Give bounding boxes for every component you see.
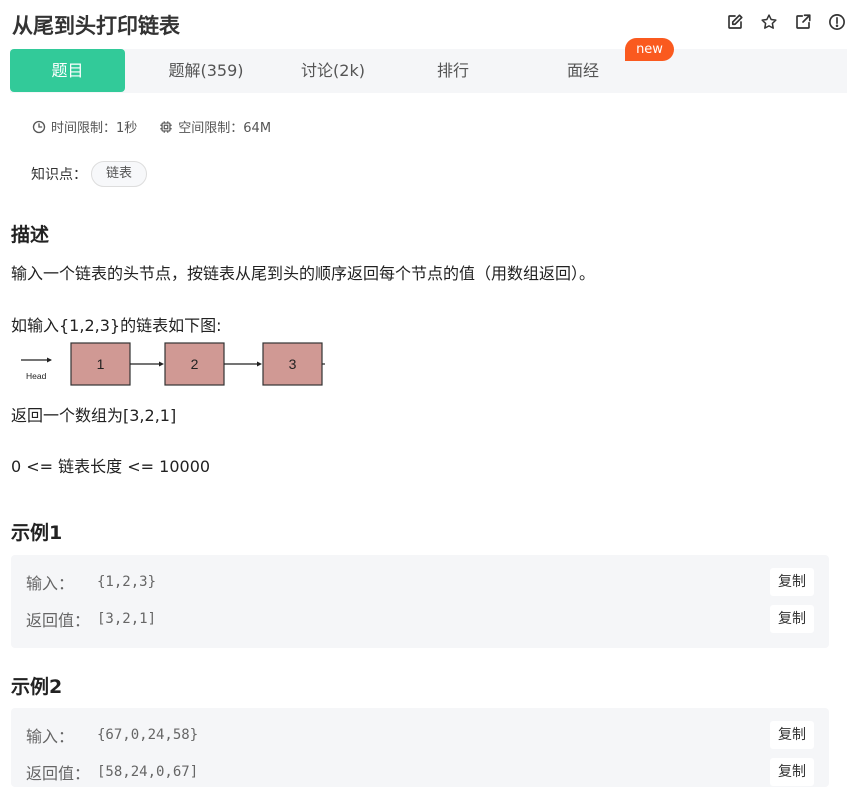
output-value: [58,24,0,67] — [97, 764, 199, 780]
clock-icon — [32, 120, 46, 133]
node-value: 1 — [97, 356, 105, 372]
input-label: 输入： — [26, 574, 75, 593]
example2-input-row: 输入： {67,0,24,58} 复制 — [26, 720, 814, 750]
page-title: 从尾到头打印链表 — [12, 14, 180, 38]
knowledge-row: 知识点： 链表 — [31, 161, 148, 187]
copy-button[interactable]: 复制 — [770, 721, 814, 749]
input-value: {67,0,24,58} — [97, 727, 199, 743]
chip-icon — [160, 120, 172, 133]
time-limit-text: 时间限制：1秒 — [51, 121, 138, 136]
constraint-text: 0 <= 链表长度 <= 10000 — [11, 457, 211, 476]
node-value: 3 — [289, 356, 297, 372]
example1-box: 输入： {1,2,3} 复制 返回值： [3,2,1] 复制 — [11, 555, 829, 648]
head-label: Head — [26, 371, 47, 381]
node-arrow-head — [257, 361, 262, 367]
report-icon[interactable] — [827, 12, 847, 32]
description-text: 输入一个链表的头节点，按链表从尾到头的顺序返回每个节点的值（用数组返回）。 — [11, 264, 596, 283]
example1-input-row: 输入： {1,2,3} 复制 — [26, 567, 814, 597]
copy-button[interactable]: 复制 — [770, 605, 814, 633]
knowledge-tag[interactable]: 链表 — [91, 161, 148, 187]
example2-output-row: 返回值： [58,24,0,67] 复制 — [26, 757, 814, 787]
star-icon[interactable] — [759, 12, 779, 32]
result-text: 返回一个数组为[3,2,1] — [11, 406, 177, 425]
tab-problem[interactable]: 题目 — [10, 49, 125, 92]
example2-box: 输入： {67,0,24,58} 复制 返回值： [58,24,0,67] 复制 — [11, 708, 829, 787]
input-value: {1,2,3} — [97, 574, 157, 590]
share-icon[interactable] — [793, 12, 813, 32]
tab-interview[interactable]: 面经 — [538, 49, 628, 92]
node-arrow-head — [159, 361, 164, 367]
tab-solutions[interactable]: 题解(359) — [147, 49, 265, 92]
space-limit-text: 空间限制：64M — [178, 121, 272, 136]
linked-list-diagram: Head 1 2 3 — [21, 342, 325, 386]
tab-discussion[interactable]: 讨论(2k) — [278, 49, 388, 92]
limits-row: 时间限制：1秒 空间限制：64M — [32, 117, 271, 136]
time-limit: 时间限制：1秒 — [32, 117, 137, 136]
example2-heading: 示例2 — [11, 676, 63, 698]
problem-header: 从尾到头打印链表 — [12, 8, 847, 38]
space-limit: 空间限制：64M — [159, 117, 271, 136]
head-arrow-head — [47, 357, 52, 363]
new-badge: new — [625, 38, 674, 61]
example1-output-row: 返回值： [3,2,1] 复制 — [26, 604, 814, 634]
header-actions — [725, 12, 847, 32]
example1-heading: 示例1 — [11, 522, 63, 544]
output-label: 返回值： — [26, 611, 91, 630]
copy-button[interactable]: 复制 — [770, 758, 814, 786]
example-intro: 如输入{1,2,3}的链表如下图: — [11, 316, 222, 335]
output-value: [3,2,1] — [97, 611, 157, 627]
input-label: 输入： — [26, 727, 75, 746]
knowledge-label: 知识点： — [31, 167, 87, 183]
copy-button[interactable]: 复制 — [770, 568, 814, 596]
description-heading: 描述 — [11, 224, 50, 246]
tab-ranking[interactable]: 排行 — [408, 49, 498, 92]
edit-icon[interactable] — [725, 12, 745, 32]
node-value: 2 — [191, 356, 199, 372]
output-label: 返回值： — [26, 764, 91, 783]
tab-bar: 题目 题解(359) 讨论(2k) 排行 面经 — [10, 49, 847, 93]
